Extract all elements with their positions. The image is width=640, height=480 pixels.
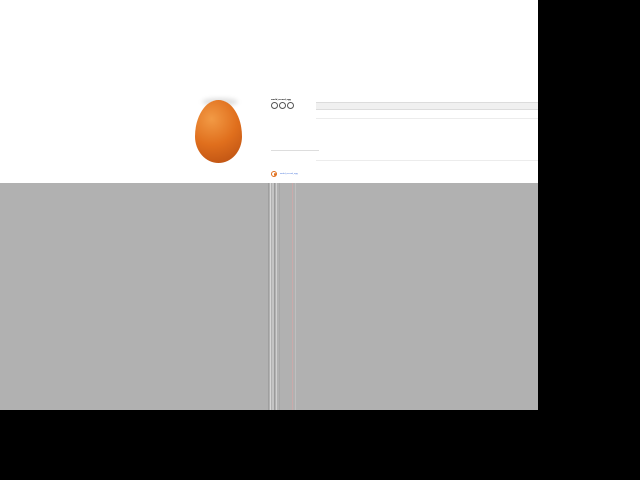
heart-icon[interactable]: [271, 102, 278, 109]
comment-icon[interactable]: [279, 102, 286, 109]
separator: [271, 150, 319, 151]
screen: world_record_egg world_record_egg: [0, 0, 538, 410]
avatar-icon[interactable]: [271, 171, 277, 177]
profile-name[interactable]: world_record_egg: [280, 173, 298, 176]
stripe: [270, 183, 271, 410]
stripe: [279, 183, 280, 410]
egg-photo: [195, 100, 242, 163]
action-icons: [271, 102, 294, 109]
stripe: [276, 183, 277, 410]
stripe: [274, 183, 275, 410]
post-details: world_record_egg world_record_egg: [269, 95, 538, 183]
stripe: [295, 183, 296, 410]
share-icon[interactable]: [287, 102, 294, 109]
post-image[interactable]: [190, 98, 248, 168]
disabled-overlay: [0, 183, 538, 410]
stripe: [268, 183, 269, 410]
stripe: [292, 183, 293, 410]
